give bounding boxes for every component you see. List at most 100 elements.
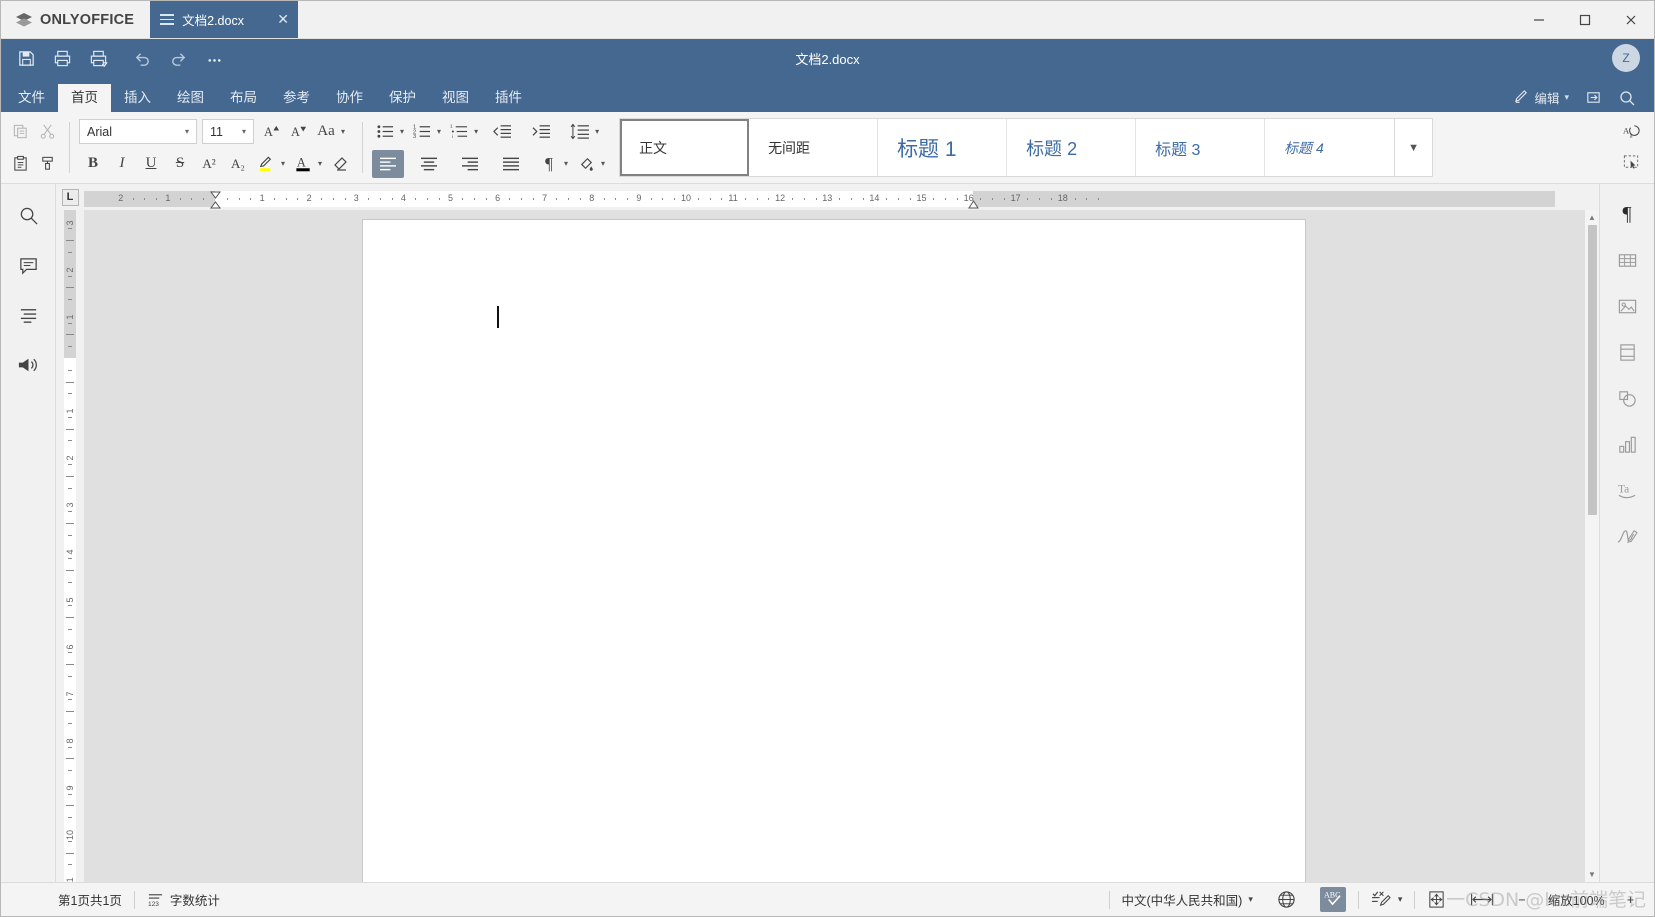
underline-button[interactable]: U	[137, 151, 165, 177]
tab-insert[interactable]: 插入	[111, 84, 164, 112]
zoom-level-label[interactable]: 缩放100%	[1538, 890, 1615, 909]
copy-button[interactable]	[7, 119, 33, 145]
fit-to-page-button[interactable]	[1415, 888, 1458, 912]
edit-mode-button[interactable]: 编辑 ▾	[1508, 86, 1575, 109]
right-chart-icon[interactable]	[1611, 428, 1643, 460]
highlight-color-button[interactable]	[253, 151, 279, 177]
style-heading-2[interactable]: 标题 2	[1007, 119, 1137, 176]
scroll-down-arrow-icon[interactable]: ▼	[1585, 867, 1600, 882]
increase-font-size-button[interactable]: A	[259, 119, 285, 145]
chevron-down-icon[interactable]: ▾	[436, 127, 445, 136]
sidebar-headings-icon[interactable]	[13, 300, 43, 330]
subscript-button[interactable]: A₂	[224, 151, 252, 177]
shading-color-button[interactable]	[573, 151, 599, 177]
chevron-down-icon[interactable]: ▾	[280, 159, 289, 168]
tab-plugins[interactable]: 插件	[482, 84, 535, 112]
more-options-button[interactable]	[197, 44, 231, 74]
style-no-spacing[interactable]: 无间距	[749, 119, 879, 176]
style-heading-1[interactable]: 标题 1	[878, 119, 1008, 176]
spellcheck-button[interactable]: ABC	[1308, 887, 1358, 912]
zoom-out-button[interactable]: −	[1506, 888, 1537, 912]
numbered-list-button[interactable]: 123	[409, 119, 435, 145]
open-file-location-button[interactable]	[1579, 87, 1608, 108]
right-shape-icon[interactable]	[1611, 382, 1643, 414]
vertical-scrollbar[interactable]: ▲ ▼	[1584, 210, 1599, 882]
chevron-down-icon[interactable]: ▾	[340, 127, 349, 136]
align-justify-button[interactable]	[495, 150, 527, 178]
style-heading-3[interactable]: 标题 3	[1136, 119, 1266, 176]
italic-button[interactable]: I	[108, 151, 136, 177]
decrease-indent-button[interactable]	[489, 119, 515, 145]
sidebar-feedback-icon[interactable]	[13, 350, 43, 380]
clear-style-button[interactable]	[327, 151, 353, 177]
minimize-button[interactable]	[1516, 1, 1562, 38]
sidebar-comment-icon[interactable]	[13, 250, 43, 280]
search-button[interactable]	[1612, 87, 1642, 109]
right-signature-icon[interactable]	[1611, 520, 1643, 552]
cut-button[interactable]	[34, 119, 60, 145]
sidebar-search-icon[interactable]	[13, 200, 43, 230]
track-changes-button[interactable]: ▾	[1359, 888, 1415, 912]
line-spacing-button[interactable]	[567, 119, 593, 145]
save-button[interactable]	[9, 44, 43, 74]
right-header-footer-icon[interactable]	[1611, 336, 1643, 368]
align-left-button[interactable]	[372, 149, 405, 178]
tab-stop-selector[interactable]: L	[56, 184, 84, 210]
copy-style-button[interactable]: Aa	[1618, 120, 1644, 146]
left-indent-marker[interactable]	[210, 191, 221, 209]
tab-draw[interactable]: 绘图	[164, 84, 217, 112]
tab-file[interactable]: 文件	[5, 84, 58, 112]
bullet-list-button[interactable]	[372, 119, 398, 145]
style-heading-4[interactable]: 标题 4	[1265, 119, 1395, 176]
paragraph-marks-button[interactable]: ¶	[536, 151, 562, 177]
paste-button[interactable]	[7, 151, 33, 177]
tab-home[interactable]: 首页	[58, 84, 111, 112]
align-right-button[interactable]	[454, 150, 486, 178]
close-button[interactable]	[1608, 1, 1654, 38]
chevron-down-icon[interactable]: ▾	[594, 127, 603, 136]
redo-button[interactable]	[161, 44, 195, 74]
scroll-up-arrow-icon[interactable]: ▲	[1585, 210, 1600, 225]
styles-expand-button[interactable]: ▼	[1395, 118, 1434, 177]
format-painter-button[interactable]	[34, 151, 60, 177]
font-color-button[interactable]: A	[290, 151, 316, 177]
vertical-ruler[interactable]: 3211234567891011	[56, 210, 84, 882]
chevron-down-icon[interactable]: ▾	[563, 159, 572, 168]
tab-protection[interactable]: 保护	[376, 84, 429, 112]
tab-close-icon[interactable]: ✕	[274, 11, 292, 29]
bold-button[interactable]: B	[79, 151, 107, 177]
chevron-down-icon[interactable]: ▾	[600, 159, 609, 168]
set-language-button[interactable]	[1265, 888, 1308, 912]
tab-menu-icon[interactable]	[160, 14, 175, 25]
maximize-button[interactable]	[1562, 1, 1608, 38]
horizontal-ruler[interactable]: 2 1 1 2 3 4 5 6 7 8 9 10 11 12 13 14 15 16 17 18	[84, 191, 1555, 209]
increase-indent-button[interactable]	[528, 119, 554, 145]
right-paragraph-icon[interactable]: ¶	[1611, 198, 1643, 230]
tab-collaboration[interactable]: 协作	[323, 84, 376, 112]
document-page[interactable]	[363, 220, 1305, 882]
tab-layout[interactable]: 布局	[217, 84, 270, 112]
superscript-button[interactable]: A²	[195, 151, 223, 177]
tab-references[interactable]: 参考	[270, 84, 323, 112]
right-image-icon[interactable]	[1611, 290, 1643, 322]
align-center-button[interactable]	[413, 150, 445, 178]
zoom-in-button[interactable]: +	[1615, 888, 1646, 912]
tab-view[interactable]: 视图	[429, 84, 482, 112]
right-indent-marker[interactable]	[968, 191, 980, 209]
quick-print-button[interactable]	[81, 44, 115, 74]
style-normal[interactable]: 正文	[620, 119, 750, 176]
strikeout-button[interactable]: S	[166, 151, 194, 177]
document-canvas[interactable]	[84, 210, 1584, 882]
chevron-down-icon[interactable]: ▾	[399, 127, 408, 136]
select-all-button[interactable]	[1618, 150, 1644, 176]
right-text-art-icon[interactable]: Ta	[1611, 474, 1643, 506]
word-count-item[interactable]: 123 字数统计	[135, 888, 232, 912]
decrease-font-size-button[interactable]: A	[286, 119, 312, 145]
undo-button[interactable]	[125, 44, 159, 74]
language-item[interactable]: 中文(中华人民共和国) ▾	[1110, 888, 1265, 912]
print-button[interactable]	[45, 44, 79, 74]
chevron-down-icon[interactable]: ▾	[473, 127, 482, 136]
user-avatar[interactable]: Z	[1612, 44, 1640, 72]
font-size-combo[interactable]: 11 ▾	[202, 119, 254, 144]
page-count-item[interactable]: 第1页共1页	[46, 888, 134, 912]
